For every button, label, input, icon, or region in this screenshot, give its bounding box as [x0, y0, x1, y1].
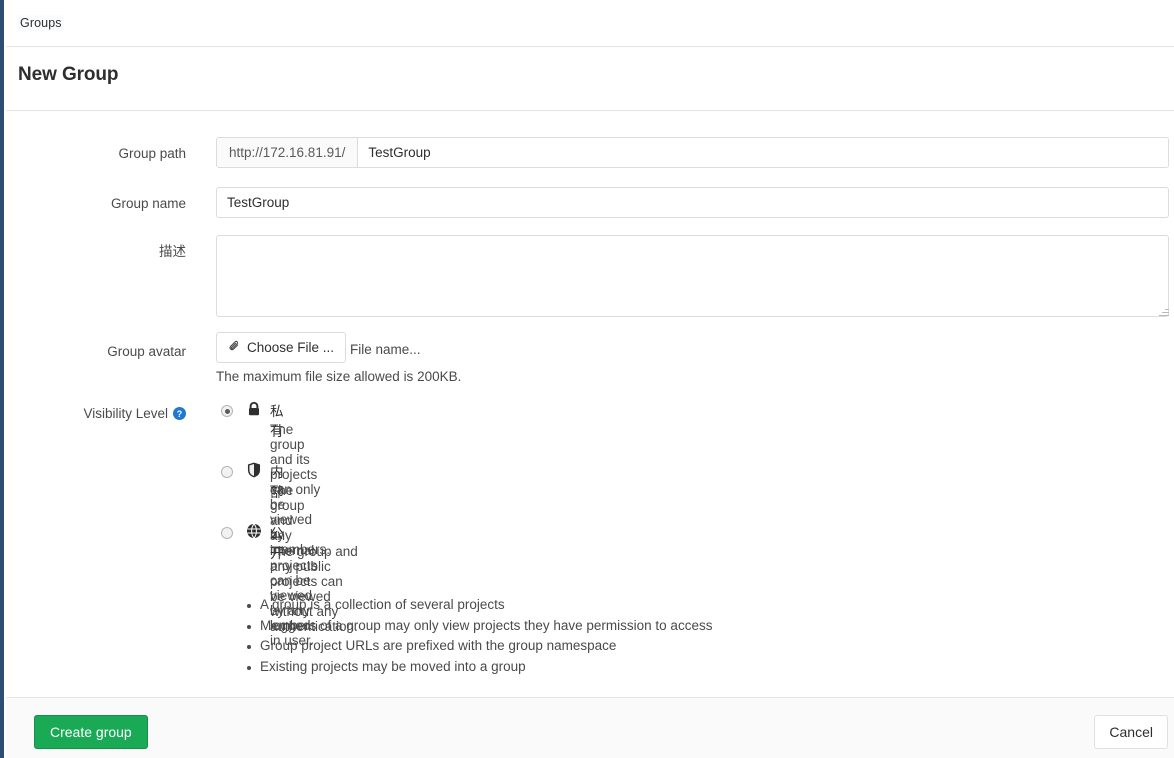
paperclip-icon: [228, 340, 240, 355]
visibility-radio-public[interactable]: [221, 527, 233, 539]
list-item: Existing projects may be moved into a gr…: [260, 657, 712, 678]
choose-file-button-label: Choose File ...: [247, 340, 334, 355]
choose-file-button[interactable]: Choose File ...: [216, 332, 346, 363]
new-group-form: Group path http://172.16.81.91/ TestGrou…: [6, 111, 1174, 697]
breadcrumb-groups[interactable]: Groups: [18, 15, 64, 31]
group-avatar-label: Group avatar: [6, 343, 186, 361]
visibility-radio-private[interactable]: [221, 405, 233, 417]
list-item: Members of a group may only view project…: [260, 616, 712, 637]
shield-icon: [246, 462, 262, 478]
page-title: New Group: [18, 64, 118, 86]
new-group-page: Groups New Group Group path http://172.1…: [0, 0, 1174, 758]
group-path-prefix: http://172.16.81.91/: [217, 138, 358, 167]
group-notes-list: A group is a collection of several proje…: [242, 595, 712, 677]
breadcrumb-bar: Groups: [6, 0, 1174, 47]
list-item: Group project URLs are prefixed with the…: [260, 636, 712, 657]
page-title-bar: New Group: [6, 47, 1174, 111]
group-name-label: Group name: [6, 195, 186, 213]
form-footer: Create group Cancel: [6, 697, 1174, 758]
list-item: A group is a collection of several proje…: [260, 595, 712, 616]
lock-icon: [246, 401, 262, 417]
group-path-input[interactable]: TestGroup: [358, 138, 1168, 167]
question-circle-icon[interactable]: ?: [173, 407, 186, 420]
avatar-size-hint: The maximum file size allowed is 200KB.: [216, 369, 461, 384]
cancel-button[interactable]: Cancel: [1094, 715, 1168, 749]
create-group-button[interactable]: Create group: [34, 715, 148, 749]
visibility-level-label: Visibility Level?: [6, 405, 186, 423]
group-name-input[interactable]: TestGroup: [216, 187, 1169, 218]
globe-icon: [246, 523, 262, 539]
description-label: 描述: [6, 243, 186, 261]
visibility-radio-internal[interactable]: [221, 466, 233, 478]
description-textarea[interactable]: [216, 235, 1169, 317]
group-path-label: Group path: [6, 145, 186, 163]
group-path-input-group[interactable]: http://172.16.81.91/ TestGroup: [216, 137, 1169, 168]
file-name-text: File name...: [350, 342, 421, 357]
svg-text:?: ?: [177, 409, 182, 419]
